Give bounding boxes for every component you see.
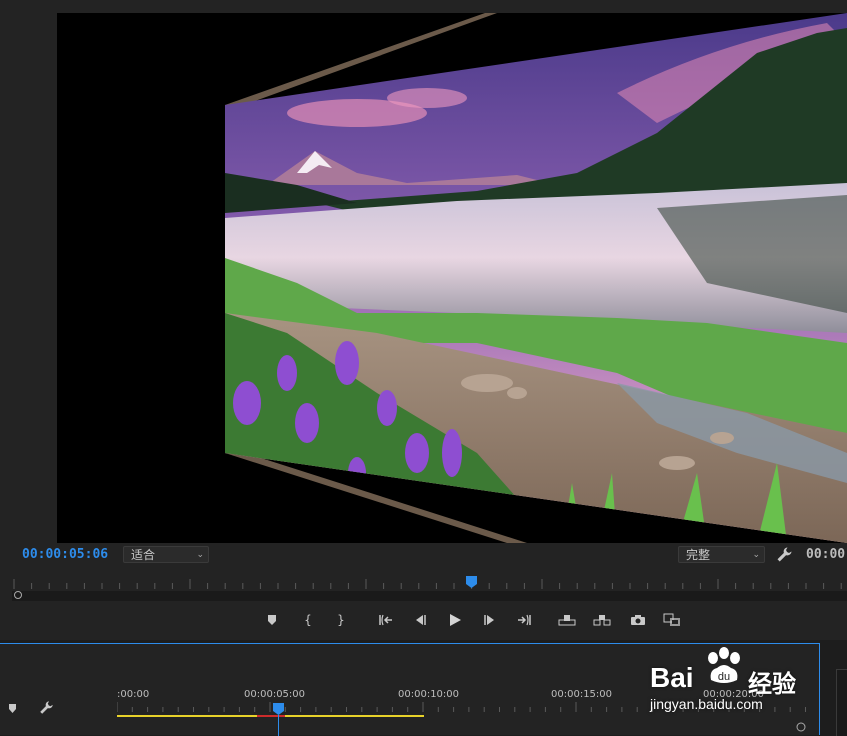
monitor-time-ruler[interactable]	[12, 573, 847, 591]
zoom-handle[interactable]	[14, 591, 22, 599]
watermark-brand: Bai	[650, 662, 694, 693]
play-button[interactable]	[445, 611, 465, 629]
side-panel-edge	[836, 669, 847, 736]
chevron-down-icon: ⌄	[752, 550, 760, 560]
lift-icon	[558, 615, 576, 626]
current-timecode[interactable]: 00:00:05:06	[22, 547, 108, 562]
go-to-out-button[interactable]	[514, 611, 534, 629]
camera-icon	[631, 615, 645, 625]
add-marker-button[interactable]	[262, 611, 282, 629]
lift-button[interactable]	[557, 611, 577, 629]
chevron-down-icon: ⌄	[196, 550, 204, 560]
watermark-brand-cn: 经验	[748, 671, 796, 698]
go-to-in-button[interactable]	[376, 611, 396, 629]
timeline-zoom-handle[interactable]	[796, 722, 806, 732]
step-forward-icon	[484, 615, 494, 625]
zoom-level-value: 适合	[131, 548, 156, 562]
mark-out-icon: }	[337, 613, 345, 627]
mark-out-button[interactable]: }	[331, 611, 351, 629]
go-to-out-icon	[518, 614, 531, 626]
go-to-in-icon	[379, 614, 392, 626]
program-monitor: 00:00:05:06 适合 ⌄ 完整 ⌄ 00:00 { }	[0, 0, 847, 640]
watermark-url: jingyan.baidu.com	[650, 696, 763, 712]
timeline-playhead-icon[interactable]	[273, 703, 284, 715]
step-forward-button[interactable]	[480, 611, 500, 629]
mark-in-icon: {	[304, 613, 312, 627]
compare-view-button[interactable]	[662, 611, 682, 629]
video-viewer[interactable]	[57, 13, 847, 543]
video-frame-image	[225, 13, 847, 543]
playback-resolution-select[interactable]: 完整 ⌄	[678, 546, 765, 563]
baidu-paw-icon: du	[708, 647, 740, 683]
settings-wrench-icon[interactable]	[775, 546, 793, 564]
timeline-header-controls	[0, 644, 117, 736]
playback-resolution-value: 完整	[686, 548, 711, 562]
play-icon	[450, 614, 461, 626]
extract-icon	[593, 615, 611, 626]
zoom-level-select[interactable]: 适合 ⌄	[123, 546, 209, 563]
compare-icon	[663, 613, 680, 626]
step-back-button[interactable]	[410, 611, 430, 629]
svg-text:du: du	[718, 671, 730, 683]
duration-timecode: 00:00	[806, 547, 846, 562]
step-back-icon	[416, 615, 426, 625]
marker-icon	[268, 615, 276, 625]
add-marker-icon[interactable]	[8, 703, 17, 714]
render-status-bar	[257, 715, 285, 717]
export-frame-button[interactable]	[628, 611, 648, 629]
monitor-playhead-icon[interactable]	[466, 576, 477, 588]
monitor-scrub-track[interactable]	[12, 591, 847, 601]
mark-in-button[interactable]: {	[298, 611, 318, 629]
extract-button[interactable]	[592, 611, 612, 629]
transport-controls: { }	[0, 605, 847, 635]
baidu-jingyan-watermark: Bai du 经验 jingyan.baidu.com	[648, 646, 808, 718]
timeline-settings-wrench-icon[interactable]	[38, 700, 54, 716]
